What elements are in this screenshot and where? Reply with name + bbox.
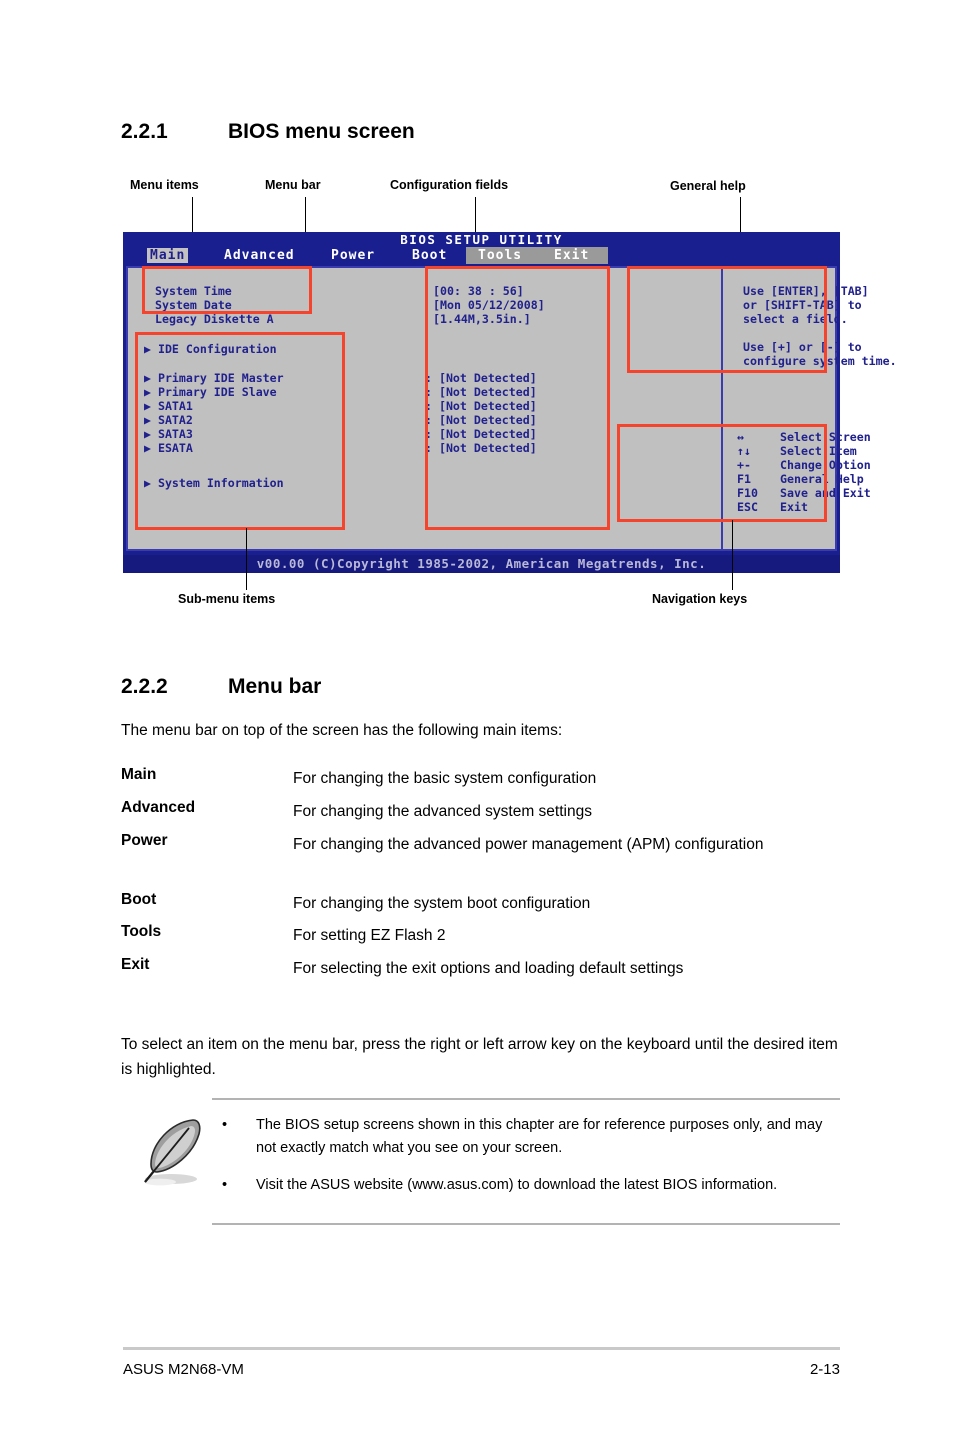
section-number-222: 2.2.2 xyxy=(121,675,168,698)
bios-submenu-label: SATA2 xyxy=(157,413,193,427)
bios-navkey-change-option-key: +- xyxy=(737,458,751,472)
note-item-text: Visit the ASUS website (www.asus.com) to… xyxy=(256,1177,778,1193)
bios-status-sata3: : [Not Detected] xyxy=(425,427,537,441)
bios-navkey-general-help-key: F1 xyxy=(737,472,751,486)
bios-title: BIOS SETUP UTILITY xyxy=(400,232,563,247)
def-desc-tools: For setting EZ Flash 2 xyxy=(293,927,446,944)
bios-navkey-exit-action: Exit xyxy=(780,500,808,514)
bios-status-sata2: : [Not Detected] xyxy=(425,413,537,427)
def-term-main: Main xyxy=(121,766,157,783)
bios-navkey-save-and-exit-key: F10 xyxy=(737,486,758,500)
bullet-icon: • xyxy=(222,1177,228,1193)
bios-menu-tab-boot[interactable]: Boot xyxy=(409,248,450,263)
def-desc-main: For changing the basic system configurat… xyxy=(293,770,597,787)
bios-help-line-3: select a field. xyxy=(743,312,848,326)
bios-navkey-general-help-action: General Help xyxy=(780,472,864,486)
bios-help-line-5: Use [+] or [-] to xyxy=(743,340,862,354)
def-term-power: Power xyxy=(121,832,168,849)
callout-general-help: General help xyxy=(670,179,746,193)
bios-help-line-2: or [SHIFT-TAB] to xyxy=(743,298,862,312)
def-desc-boot: For changing the system boot configurati… xyxy=(293,895,591,912)
bios-navkey-save-and-exit-action: Save and Exit xyxy=(780,486,871,500)
section-title-222: Menu bar xyxy=(228,675,322,698)
bios-submenu-label: SATA1 xyxy=(157,399,193,413)
callout-sub-menu-items: Sub-menu items xyxy=(178,592,276,606)
section-title-221: BIOS menu screen xyxy=(228,120,415,143)
bios-body-panel: System Time System Date Legacy Diskette … xyxy=(126,266,897,551)
bios-menu-tab-tools[interactable]: Tools xyxy=(475,248,525,263)
bios-navkey-select-screen-key: ↔ xyxy=(737,430,744,444)
note-item: • The BIOS setup screens shown in this c… xyxy=(212,1114,836,1160)
callout-menu-bar: Menu bar xyxy=(265,178,321,192)
bios-menu-bar: Main Advanced Power Boot Tools Exit xyxy=(123,247,840,264)
bios-value-legacy-diskette-a[interactable]: [1.44M,3.5in.] xyxy=(433,312,531,326)
bios-menu-tab-exit[interactable]: Exit xyxy=(551,248,592,263)
leader-line-sub-menu-items xyxy=(246,528,247,590)
callout-menu-items: Menu items xyxy=(130,178,199,192)
bios-help-line-6: configure system time. xyxy=(743,354,897,368)
page-footer: ASUS M2N68-VM 2-13 xyxy=(123,1347,840,1378)
bios-menu-item-system-date[interactable]: System Date xyxy=(155,298,232,312)
bios-submenu-esata[interactable]: ▶ ESATA xyxy=(144,441,193,455)
leader-line-menu-items xyxy=(192,197,193,237)
bios-menu-item-legacy-diskette-a[interactable]: Legacy Diskette A xyxy=(155,312,274,326)
bios-value-system-time[interactable]: [00: 38 : 56] xyxy=(433,284,524,298)
footer-product-name: ASUS M2N68-VM xyxy=(123,1361,244,1378)
note-feather-icon xyxy=(127,1112,211,1196)
note-item: • Visit the ASUS website (www.asus.com) … xyxy=(212,1174,836,1197)
bios-submenu-sata3[interactable]: ▶ SATA3 xyxy=(144,427,193,441)
note-bottom-rule xyxy=(212,1223,840,1225)
def-desc-advanced: For changing the advanced system setting… xyxy=(293,803,592,820)
menu-bar-outro-text: To select an item on the menu bar, press… xyxy=(121,1036,838,1078)
bios-navkey-select-item-action: Select Item xyxy=(780,444,857,458)
bios-submenu-label: Primary IDE Slave xyxy=(157,385,277,399)
callout-navigation-keys: Navigation keys xyxy=(652,592,748,606)
note-item-list: • The BIOS setup screens shown in this c… xyxy=(212,1100,840,1223)
bios-navkey-select-screen-action: Select Screen xyxy=(780,430,871,444)
bios-status-primary-ide-slave: : [Not Detected] xyxy=(425,385,537,399)
bios-submenu-label: Primary IDE Master xyxy=(157,371,284,385)
bios-submenu-ide-configuration[interactable]: ▶ IDE Configuration xyxy=(144,342,277,356)
section-number-221: 2.2.1 xyxy=(121,120,168,143)
bios-submenu-system-information[interactable]: ▶ System Information xyxy=(144,476,284,490)
bios-submenu-label: SATA3 xyxy=(157,427,193,441)
bios-panel-divider xyxy=(721,268,723,549)
menu-bar-intro-text: The menu bar on top of the screen has th… xyxy=(121,722,563,739)
bios-navkey-change-option-action: Change Option xyxy=(780,458,871,472)
footer-rule xyxy=(123,1347,840,1350)
bios-status-primary-ide-master: : [Not Detected] xyxy=(425,371,537,385)
def-term-tools: Tools xyxy=(121,923,162,940)
bios-submenu-label: IDE Configuration xyxy=(157,342,277,356)
bios-submenu-primary-ide-master[interactable]: ▶ Primary IDE Master xyxy=(144,371,284,385)
bios-status-esata: : [Not Detected] xyxy=(425,441,537,455)
bios-navkey-select-item-key: ↑↓ xyxy=(737,444,751,458)
bios-menu-tab-main[interactable]: Main xyxy=(147,248,189,263)
callout-configuration-fields: Configuration fields xyxy=(390,178,509,192)
bios-submenu-label: System Information xyxy=(157,476,284,490)
def-desc-power: For changing the advanced power manageme… xyxy=(293,836,764,853)
note-callout-box: • The BIOS setup screens shown in this c… xyxy=(212,1098,840,1225)
def-term-advanced: Advanced xyxy=(121,799,196,816)
bios-status-sata1: : [Not Detected] xyxy=(425,399,537,413)
bios-menu-item-system-time[interactable]: System Time xyxy=(155,284,232,298)
bios-submenu-primary-ide-slave[interactable]: ▶ Primary IDE Slave xyxy=(144,385,277,399)
leader-line-navigation-keys xyxy=(732,520,733,590)
bios-menu-tab-advanced[interactable]: Advanced xyxy=(221,248,298,263)
bios-navkey-exit-key: ESC xyxy=(737,500,758,514)
bios-help-line-1: Use [ENTER], [TAB] xyxy=(743,284,869,298)
bullet-icon: • xyxy=(222,1117,228,1133)
bios-menu-tab-power[interactable]: Power xyxy=(328,248,378,263)
bios-submenu-sata2[interactable]: ▶ SATA2 xyxy=(144,413,193,427)
bios-submenu-sata1[interactable]: ▶ SATA1 xyxy=(144,399,193,413)
footer-page-number: 2-13 xyxy=(809,1361,840,1378)
def-desc-exit: For selecting the exit options and loadi… xyxy=(293,960,684,977)
note-item-text: The BIOS setup screens shown in this cha… xyxy=(256,1117,823,1156)
bios-value-system-date[interactable]: [Mon 05/12/2008] xyxy=(433,298,545,312)
def-term-exit: Exit xyxy=(121,956,150,973)
def-term-boot: Boot xyxy=(121,891,157,908)
bios-submenu-label: ESATA xyxy=(157,441,193,455)
